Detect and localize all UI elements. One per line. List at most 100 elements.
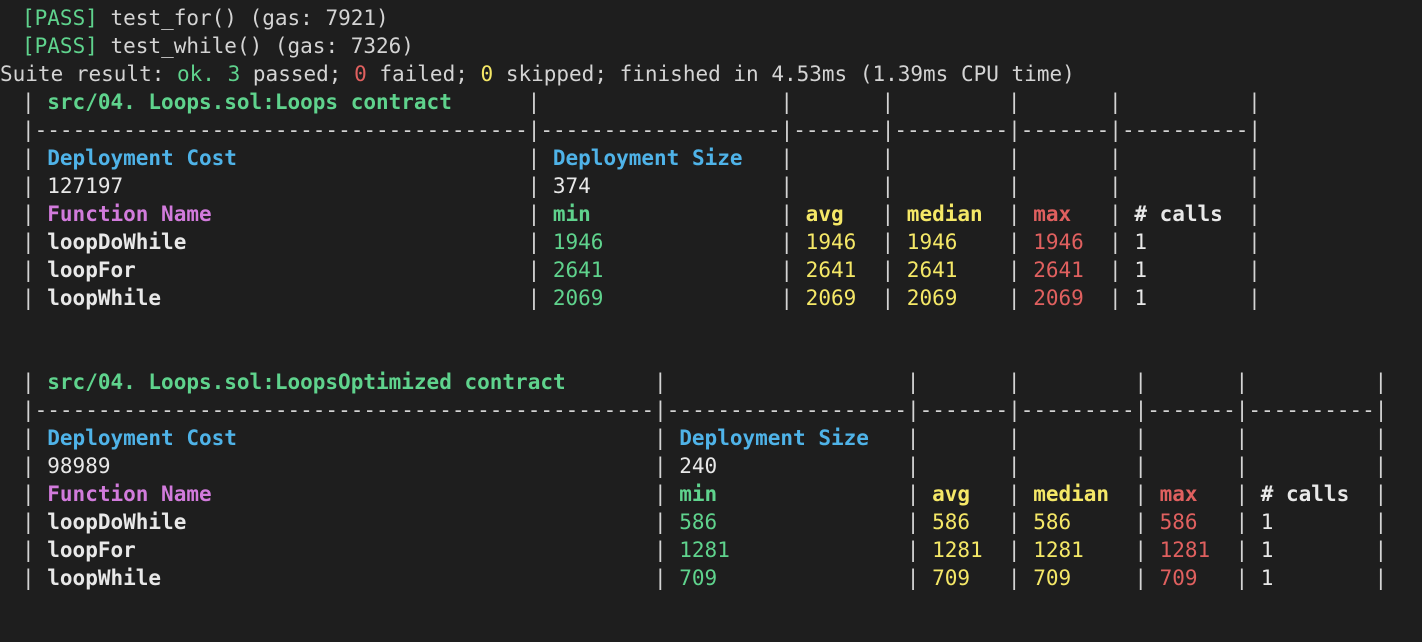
- table-border: |: [780, 258, 794, 282]
- table-border: |: [1374, 482, 1388, 506]
- deployment-cost-label: Deployment Cost: [47, 426, 237, 450]
- table-border: |: [1248, 202, 1261, 226]
- table-border: |: [527, 286, 541, 310]
- table-border: |: [1134, 426, 1147, 450]
- table-border: |: [1007, 230, 1021, 254]
- table-border: |: [22, 482, 35, 506]
- failed-count: 0: [354, 62, 367, 86]
- min-value: 709: [679, 566, 718, 590]
- test-text: test_while() (gas: 7326): [110, 34, 414, 58]
- table-border: |: [780, 90, 794, 114]
- test-result-line: [PASS] test_while() (gas: 7326): [22, 32, 1422, 60]
- table-border: |: [906, 454, 920, 478]
- table-border: |: [1109, 202, 1122, 226]
- table-border: |: [527, 230, 541, 254]
- table-separator: |---------------------------------------…: [22, 118, 1262, 142]
- deployment-size-value: 374: [552, 174, 591, 198]
- table-border: |: [527, 146, 541, 170]
- passed-count: 3: [227, 62, 241, 86]
- table-border: |: [780, 286, 794, 310]
- calls-value: 1: [1134, 258, 1147, 282]
- table-border: |: [22, 202, 35, 226]
- table-border: |: [1109, 258, 1122, 282]
- table-border: |: [22, 146, 35, 170]
- table-border: |: [1007, 566, 1021, 590]
- function-name-header: Function Name: [47, 202, 212, 226]
- table-border: |: [1374, 510, 1388, 534]
- calls-header: # calls: [1260, 482, 1350, 506]
- table-border: |: [1248, 90, 1261, 114]
- max-value: 1946: [1033, 230, 1084, 254]
- table-border: |: [1235, 510, 1249, 534]
- table-border: |: [22, 174, 35, 198]
- avg-header: avg: [805, 202, 844, 226]
- table-border: |: [1007, 510, 1021, 534]
- max-header: max: [1033, 202, 1072, 226]
- table-title-row: | | | | | | | src/04. Loops.sol:LoopsOptimized …: [22, 368, 1422, 396]
- table-border: |: [1235, 454, 1249, 478]
- deployment-header-row: | | | | | | | Deployment Cost Deployment Size: [22, 144, 1422, 172]
- table-border: |: [1235, 426, 1249, 450]
- max-value: 586: [1159, 510, 1198, 534]
- table-border: |: [881, 230, 895, 254]
- table-row: | | | | | | | loopWhile 709 709 709 709 1: [22, 564, 1422, 592]
- calls-value: 1: [1134, 286, 1147, 310]
- test-text: test_for() (gas: 7921): [110, 6, 389, 30]
- table-border: |: [1374, 566, 1388, 590]
- min-value: 586: [679, 510, 718, 534]
- table-border: |: [654, 510, 667, 534]
- table-border: |: [22, 454, 35, 478]
- table-border: |: [1134, 566, 1147, 590]
- table-border: |: [1007, 258, 1021, 282]
- table-border: |: [527, 174, 541, 198]
- median-value: 586: [1033, 510, 1072, 534]
- suite-result-line: Suite result: ok. 3 passed; 0 failed; 0 …: [0, 60, 1422, 88]
- table-border: |: [1007, 174, 1021, 198]
- table-border: |: [780, 174, 794, 198]
- table-border: |: [1007, 202, 1021, 226]
- table-border: |: [1109, 174, 1122, 198]
- max-value: 1281: [1159, 538, 1211, 562]
- table-border: |: [780, 230, 794, 254]
- calls-value: 1: [1260, 566, 1274, 590]
- table-border: |: [1134, 482, 1147, 506]
- table-border: |: [906, 370, 920, 394]
- table-border: |: [906, 566, 920, 590]
- function-name: loopWhile: [47, 566, 162, 590]
- table-border: |: [881, 286, 895, 310]
- table-border: |: [654, 566, 667, 590]
- table-border: |: [1235, 370, 1249, 394]
- table-border: |: [1109, 286, 1122, 310]
- table-border: |: [654, 538, 667, 562]
- table-border: |: [22, 566, 35, 590]
- table-border: |: [654, 370, 667, 394]
- table-row: | | | | | | | loopFor 1281 1281 1281 1281 1: [22, 536, 1422, 564]
- table-border: |: [780, 202, 794, 226]
- table-row: | | | | | | | loopWhile 2069 2069 2069 2069 1: [22, 284, 1422, 312]
- passed-label: passed;: [240, 62, 355, 86]
- median-header: median: [1033, 482, 1110, 506]
- table-border: |: [22, 426, 35, 450]
- table-border: |: [1134, 510, 1147, 534]
- max-value: 2641: [1033, 258, 1084, 282]
- max-value: 709: [1159, 566, 1198, 590]
- table-border: |: [881, 146, 895, 170]
- table-border: |: [1248, 230, 1261, 254]
- table-border: |: [1235, 566, 1249, 590]
- table-border: |: [1248, 146, 1261, 170]
- calls-header: # calls: [1134, 202, 1223, 226]
- table-border: |: [22, 370, 35, 394]
- avg-value: 1281: [932, 538, 983, 562]
- table-row: | | | | | | | loopDoWhile 586 586 586 586 1: [22, 508, 1422, 536]
- table-border: |: [527, 258, 541, 282]
- table-border: |: [1374, 426, 1388, 450]
- function-name: loopFor: [47, 258, 136, 282]
- deployment-header-row: | | | | | | | Deployment Cost Deployment Size: [22, 424, 1422, 452]
- gas-report-table: | | | | | | | src/04. Loops.sol:Loops contract |…: [22, 88, 1422, 312]
- table-border: |: [1134, 538, 1147, 562]
- table-border: |: [1007, 538, 1021, 562]
- table-title: src/04. Loops.sol:Loops contract: [47, 90, 452, 114]
- table-border: |: [881, 202, 895, 226]
- table-border: |: [1007, 146, 1021, 170]
- table-separator: |---------------------------------------…: [22, 398, 1388, 422]
